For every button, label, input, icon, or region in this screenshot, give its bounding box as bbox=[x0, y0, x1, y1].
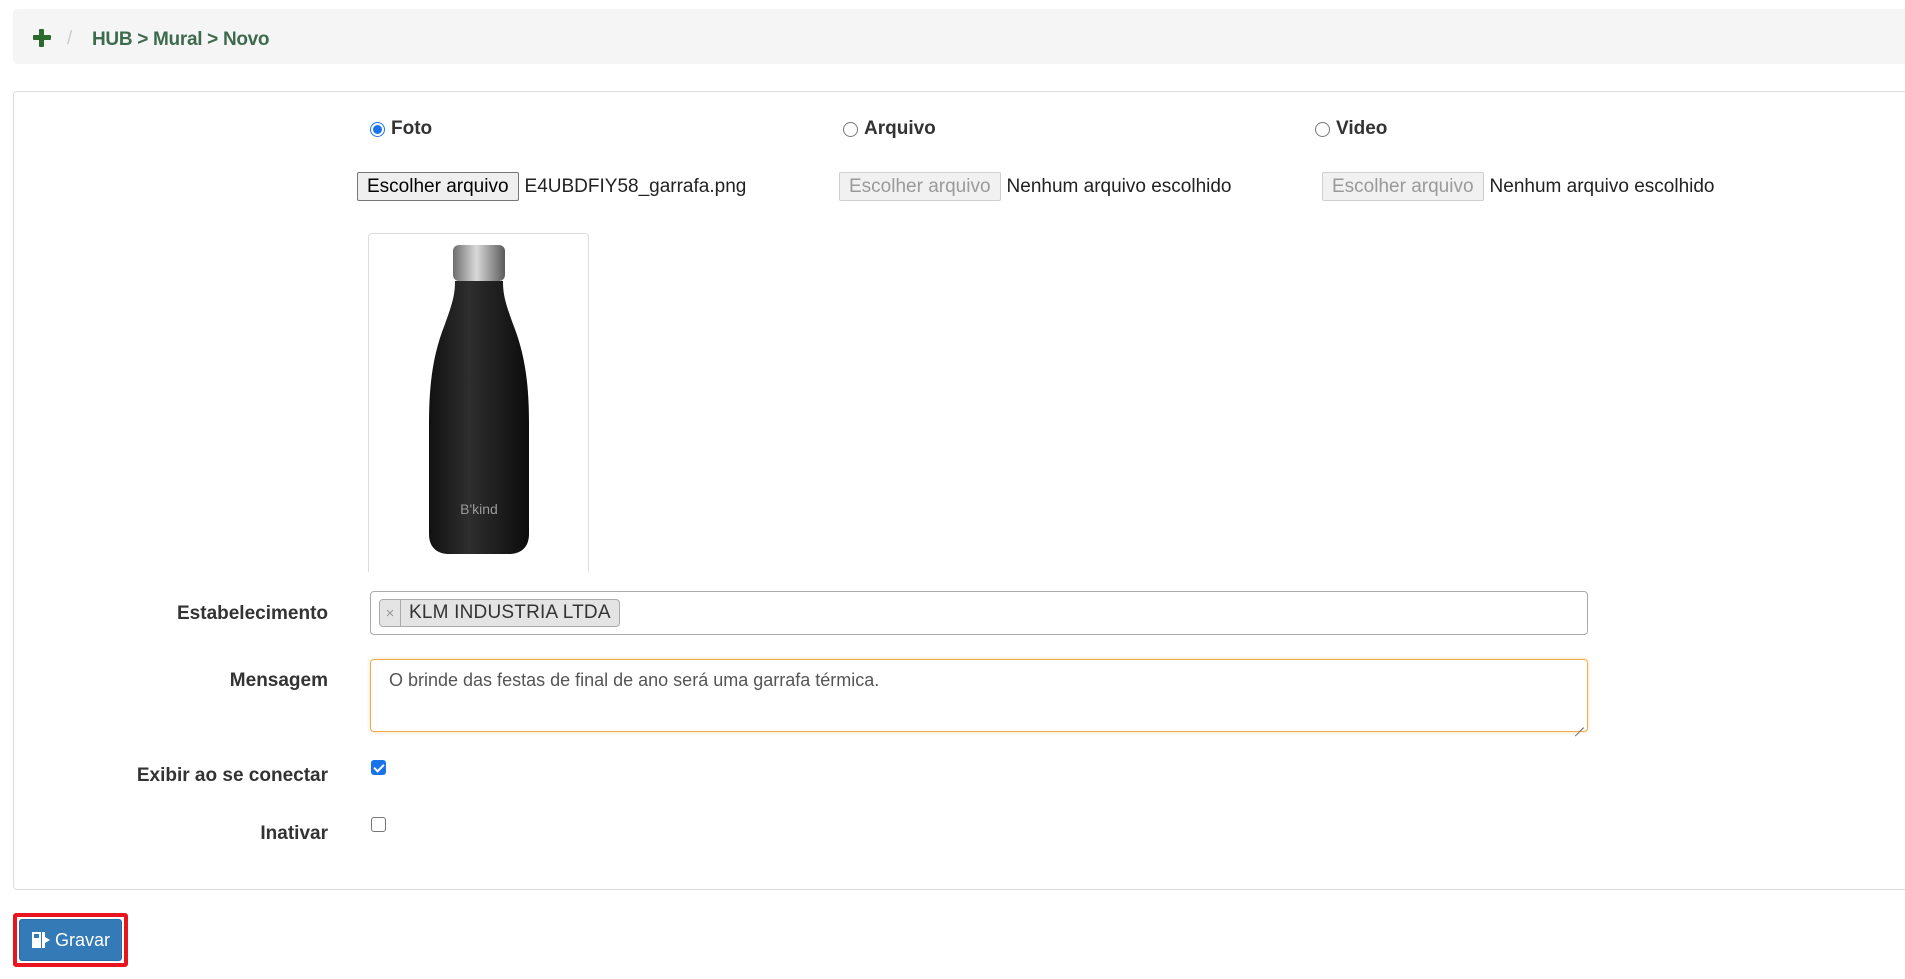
estabelecimento-label: Estabelecimento bbox=[177, 603, 328, 624]
selected-tag: × KLM INDUSTRIA LTDA bbox=[379, 599, 620, 627]
choose-file-button-arquivo[interactable]: Escolher arquivo bbox=[839, 172, 1001, 201]
bottle-image: B'kind bbox=[429, 245, 529, 554]
file-input-video[interactable]: Escolher arquivo Nenhum arquivo escolhid… bbox=[1322, 172, 1715, 201]
estabelecimento-select[interactable]: × KLM INDUSTRIA LTDA bbox=[370, 591, 1588, 635]
choose-file-button-foto[interactable]: Escolher arquivo bbox=[357, 172, 519, 201]
file-input-foto[interactable]: Escolher arquivo E4UBDFIY58_garrafa.png bbox=[357, 172, 746, 201]
mensagem-label: Mensagem bbox=[229, 670, 328, 691]
save-button[interactable]: Gravar bbox=[19, 919, 122, 961]
tag-label: KLM INDUSTRIA LTDA bbox=[409, 602, 611, 623]
remove-tag-icon[interactable]: × bbox=[380, 600, 401, 626]
radio-video[interactable]: Video bbox=[1315, 118, 1387, 140]
radio-arquivo[interactable]: Arquivo bbox=[843, 118, 936, 140]
bottle-cap bbox=[453, 245, 505, 281]
inativar-checkbox[interactable] bbox=[371, 817, 386, 832]
save-icon bbox=[31, 932, 50, 948]
file-name-arquivo: Nenhum arquivo escolhido bbox=[1006, 175, 1232, 197]
bottle-brand: B'kind bbox=[460, 501, 498, 517]
radio-foto-circle[interactable] bbox=[370, 121, 385, 137]
image-preview: B'kind bbox=[368, 233, 589, 572]
radio-foto[interactable]: Foto bbox=[370, 118, 432, 140]
save-button-highlight: Gravar bbox=[13, 913, 128, 967]
plus-icon[interactable] bbox=[33, 29, 51, 47]
radio-foto-label: Foto bbox=[391, 118, 433, 139]
mensagem-textarea[interactable]: O brinde das festas de final de ano será… bbox=[370, 659, 1588, 732]
mensagem-value: O brinde das festas de final de ano será… bbox=[389, 670, 880, 690]
file-name-foto: E4UBDFIY58_garrafa.png bbox=[524, 175, 747, 197]
radio-arquivo-circle[interactable] bbox=[843, 121, 858, 137]
radio-video-circle[interactable] bbox=[1315, 121, 1330, 137]
radio-arquivo-label: Arquivo bbox=[864, 118, 936, 139]
exibir-label: Exibir ao se conectar bbox=[136, 765, 328, 786]
save-label: Gravar bbox=[54, 929, 110, 950]
resize-grip-icon[interactable] bbox=[1574, 718, 1584, 728]
breadcrumb: / HUB > Mural > Novo bbox=[13, 9, 1905, 64]
inativar-label: Inativar bbox=[260, 823, 328, 844]
radio-video-label: Video bbox=[1336, 118, 1388, 139]
file-name-video: Nenhum arquivo escolhido bbox=[1489, 175, 1715, 197]
exibir-checkbox[interactable] bbox=[371, 760, 386, 775]
breadcrumb-separator: / bbox=[67, 28, 73, 49]
file-input-arquivo[interactable]: Escolher arquivo Nenhum arquivo escolhid… bbox=[839, 172, 1232, 201]
breadcrumb-path[interactable]: HUB > Mural > Novo bbox=[92, 29, 270, 51]
choose-file-button-video[interactable]: Escolher arquivo bbox=[1322, 172, 1484, 201]
